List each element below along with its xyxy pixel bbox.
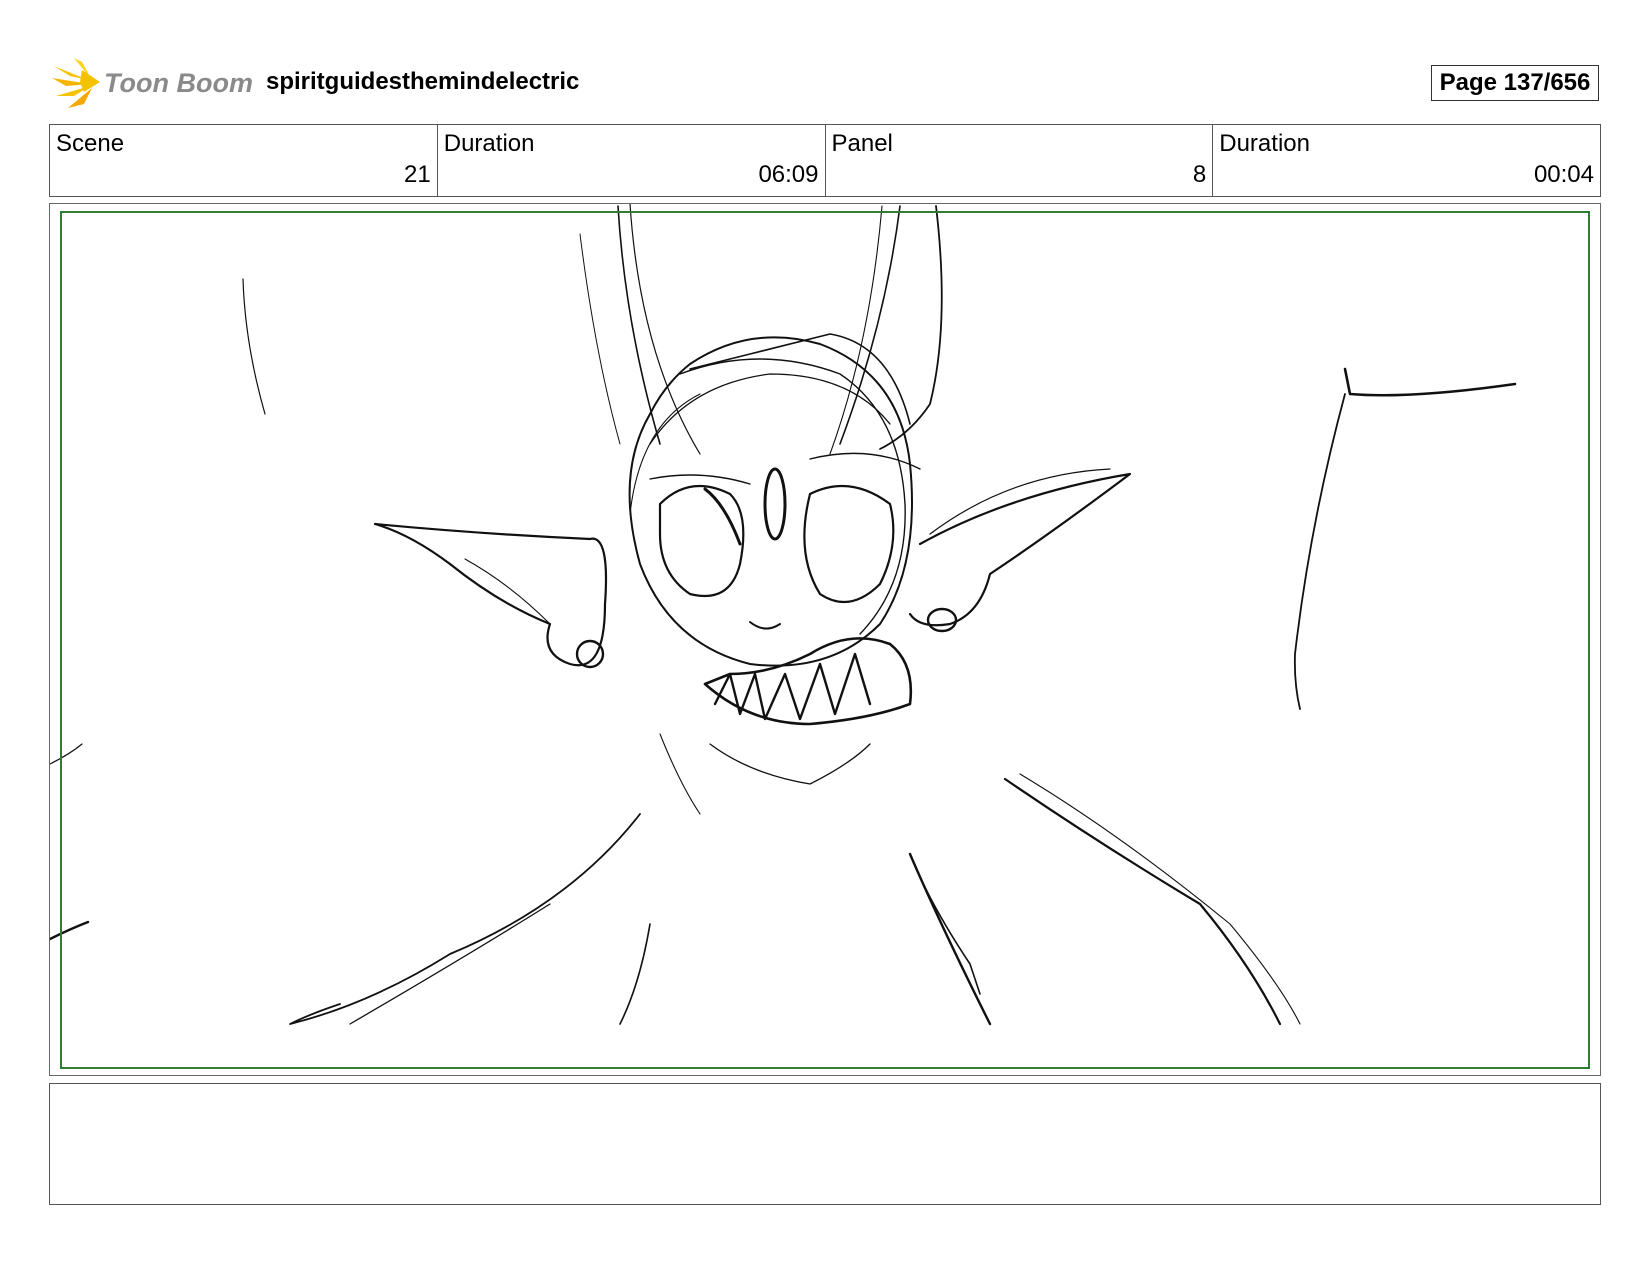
ear-left	[373, 522, 608, 667]
panel-duration-value: 00:04	[1533, 161, 1594, 188]
head-outline	[628, 336, 913, 667]
teeth	[713, 652, 872, 721]
hair-line-left	[464, 558, 551, 625]
horn-right-sketch	[829, 205, 883, 455]
background-shape-side	[1293, 393, 1346, 710]
star-burst-icon	[52, 58, 100, 108]
nose	[749, 621, 781, 630]
horn-right-inner	[839, 205, 901, 445]
earring-left	[575, 639, 605, 669]
arm-right-back	[1003, 777, 1282, 1026]
earring-right	[926, 607, 958, 633]
brow-right	[809, 452, 921, 470]
background-line-left-bottom	[50, 920, 90, 941]
page-number-badge: Page 137/656	[1431, 65, 1599, 101]
head-sketch-3	[629, 393, 701, 515]
background-shape-top	[1343, 367, 1517, 397]
horn-right-stroke	[879, 205, 943, 450]
scene-cell: Scene 21	[50, 125, 438, 196]
background-line-left-top	[242, 278, 266, 415]
arm-right-inner	[909, 853, 981, 995]
mouth	[703, 637, 913, 726]
scene-duration-label: Duration	[443, 130, 535, 157]
horn-left-inner	[629, 204, 701, 455]
arm-left-line	[289, 813, 641, 1025]
panel-info-row: Scene 21 Duration 06:09 Panel 8 Duration…	[49, 124, 1601, 197]
toon-boom-logo: Toon Boom	[52, 56, 252, 112]
neck-sketch-left	[659, 733, 701, 815]
project-title: spiritguidesthemindelectric	[266, 68, 580, 95]
scene-duration-value: 06:09	[758, 161, 819, 188]
eye-left	[658, 484, 745, 598]
panel-notes-box	[49, 1083, 1601, 1205]
scene-duration-cell: Duration 06:09	[438, 125, 826, 196]
panel-cell: Panel 8	[826, 125, 1214, 196]
arm-left-sketch	[349, 903, 551, 1025]
panel-label: Panel	[831, 130, 893, 157]
torso-left-line	[619, 923, 651, 1025]
logo-text: Toon Boom	[104, 68, 252, 98]
brow-left	[649, 474, 751, 485]
arm-right-sketch	[1019, 773, 1301, 1025]
pupil-right	[763, 467, 787, 541]
sketch-drawing	[50, 204, 1517, 1026]
background-line-left-mid	[50, 743, 83, 765]
ear-right	[908, 472, 1132, 627]
storyboard-panel-frame	[49, 203, 1601, 1076]
pupil-left	[703, 487, 742, 546]
panel-duration-label: Duration	[1219, 130, 1310, 157]
scene-label: Scene	[56, 130, 125, 157]
eye-right	[803, 484, 895, 604]
chin	[709, 743, 871, 785]
horn-left-sketch	[579, 233, 621, 445]
panel-value: 8	[1192, 161, 1207, 188]
scene-value: 21	[404, 161, 431, 188]
panel-duration-cell: Duration 00:04	[1213, 125, 1600, 196]
